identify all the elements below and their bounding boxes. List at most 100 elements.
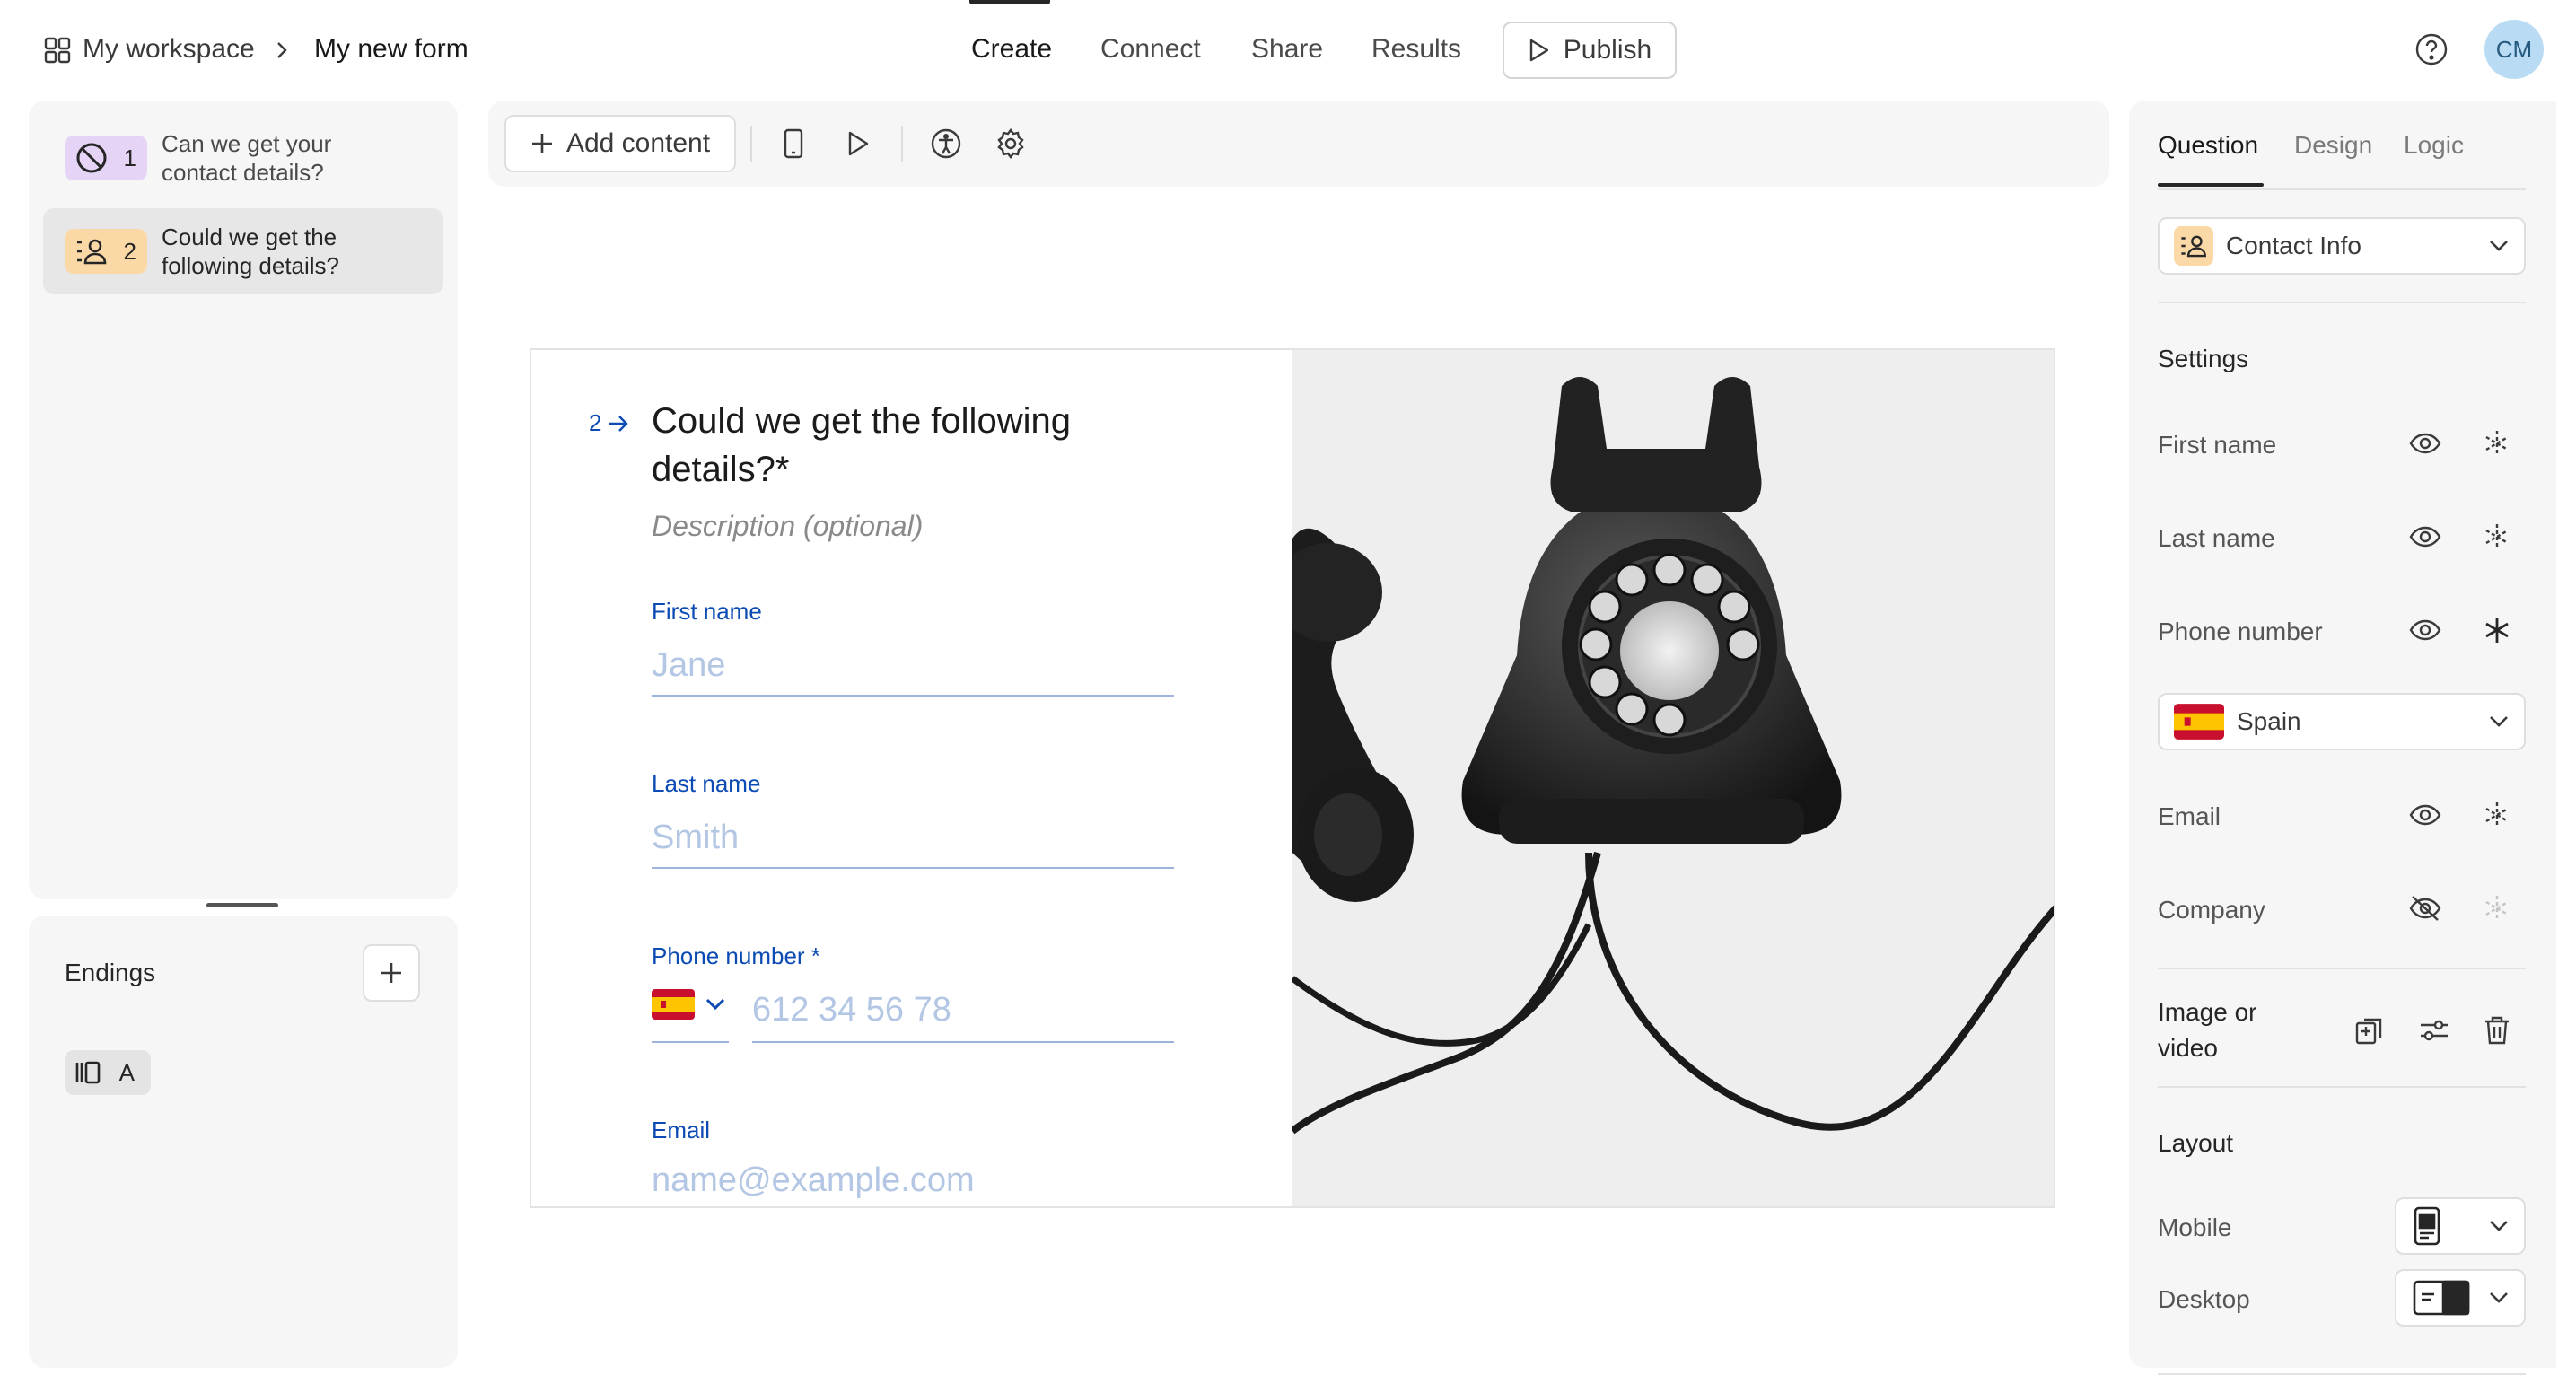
eye-off-icon[interactable] — [2407, 890, 2443, 926]
last-name-input[interactable]: Smith — [652, 819, 739, 857]
tab-share[interactable]: Share — [1251, 34, 1323, 65]
setting-email-label: Email — [2158, 802, 2221, 830]
spain-flag-icon — [652, 989, 695, 1020]
chevron-right-icon — [273, 39, 291, 61]
divider — [2158, 1086, 2526, 1088]
first-name-input[interactable]: Jane — [652, 646, 725, 685]
phone-input[interactable]: 612 34 56 78 — [752, 991, 951, 1029]
resize-handle[interactable] — [206, 903, 278, 907]
tab-logic[interactable]: Logic — [2404, 131, 2464, 160]
country-code-select[interactable] — [652, 989, 725, 1020]
mobile-layout-select[interactable] — [2395, 1197, 2526, 1255]
question-number: 1 — [123, 144, 136, 171]
add-ending-button[interactable] — [363, 944, 420, 1002]
toolbar-divider — [901, 126, 903, 162]
toolbar-divider — [750, 126, 752, 162]
question-item-1[interactable]: 1 Can we get your contact details? — [43, 115, 443, 201]
ending-label: A — [118, 1058, 135, 1086]
image-or-video-line: video — [2158, 1034, 2218, 1062]
question-number: 2 — [123, 237, 136, 265]
plus-icon — [530, 132, 554, 155]
eye-icon[interactable] — [2407, 797, 2443, 833]
question-badge: 1 — [65, 136, 147, 180]
divider — [2158, 188, 2526, 190]
top-bar: My workspace My new form Create Connect … — [0, 0, 2576, 101]
question-title: Can we get your contact details? — [162, 130, 332, 186]
desktop-layout-icon — [2413, 1278, 2470, 1318]
image-or-video-label: Image or video — [2158, 994, 2257, 1066]
required-asterisk-icon[interactable] — [2479, 425, 2515, 461]
mobile-preview-icon[interactable] — [774, 124, 813, 163]
tab-design[interactable]: Design — [2294, 131, 2372, 160]
email-input[interactable]: name@example.com — [652, 1161, 975, 1200]
first-name-underline — [652, 695, 1174, 696]
settings-gear-icon[interactable] — [991, 124, 1030, 163]
preview-play-icon[interactable] — [838, 124, 878, 163]
eye-icon[interactable] — [2407, 425, 2443, 461]
divider — [2158, 302, 2526, 303]
chevron-down-icon — [2488, 714, 2510, 729]
workspace-grid-icon[interactable] — [43, 36, 72, 65]
plus-icon — [380, 961, 403, 985]
tab-question[interactable]: Question — [2158, 131, 2258, 160]
tab-results[interactable]: Results — [1371, 34, 1461, 65]
country-select[interactable]: Spain — [2158, 693, 2526, 750]
phone-underline — [752, 1041, 1174, 1043]
country-code-underline — [652, 1041, 729, 1043]
form-preview-card: 2 Could we get the following details?* D… — [530, 348, 2055, 1208]
setting-last-name-label: Last name — [2158, 524, 2275, 552]
setting-company-label: Company — [2158, 896, 2265, 924]
required-asterisk-icon[interactable] — [2479, 519, 2515, 555]
add-content-label: Add content — [565, 128, 711, 158]
mobile-layout-icon — [2413, 1206, 2441, 1246]
trash-icon[interactable] — [2479, 1012, 2515, 1048]
active-tab-indicator — [2158, 183, 2264, 187]
contact-info-icon — [2174, 226, 2213, 266]
breadcrumb-workspace[interactable]: My workspace — [83, 34, 255, 65]
layout-mobile-label: Mobile — [2158, 1213, 2232, 1241]
form-question-description[interactable]: Description (optional) — [652, 510, 923, 543]
add-content-button[interactable]: Add content — [504, 115, 736, 172]
question-type-label: Contact Info — [2226, 232, 2361, 259]
question-type-select[interactable]: Contact Info — [2158, 217, 2526, 275]
spain-flag-icon — [2174, 704, 2224, 740]
chevron-down-icon — [2488, 1219, 2510, 1233]
tab-connect[interactable]: Connect — [1100, 34, 1201, 65]
phone-label: Phone number * — [652, 942, 820, 969]
publish-button[interactable]: Publish — [1503, 22, 1677, 79]
accessibility-icon[interactable] — [926, 124, 966, 163]
eye-icon[interactable] — [2407, 519, 2443, 555]
last-name-label: Last name — [652, 770, 761, 797]
question-item-2[interactable]: 2 Could we get the following details? — [43, 208, 443, 294]
required-asterisk-icon[interactable] — [2479, 612, 2515, 648]
form-question-number: 2 — [589, 409, 602, 436]
endings-title: Endings — [65, 959, 156, 986]
user-avatar[interactable]: CM — [2484, 20, 2544, 79]
divider — [2158, 1373, 2526, 1375]
desktop-layout-select[interactable] — [2395, 1269, 2526, 1327]
setting-phone-label: Phone number — [2158, 618, 2323, 645]
image-settings-icon[interactable] — [2416, 1012, 2452, 1048]
required-asterisk-icon[interactable] — [2479, 890, 2515, 926]
breadcrumb-form[interactable]: My new form — [314, 34, 469, 65]
layout-title: Layout — [2158, 1129, 2234, 1157]
chevron-down-icon — [705, 997, 725, 1012]
chevron-down-icon — [2488, 239, 2510, 253]
tab-create[interactable]: Create — [971, 34, 1052, 65]
play-icon — [1528, 38, 1551, 63]
required-asterisk-icon[interactable] — [2479, 797, 2515, 833]
ending-icon — [74, 1057, 104, 1088]
country-label: Spain — [2237, 707, 2301, 735]
ending-item-a[interactable]: A — [65, 1050, 151, 1095]
form-question-title-line: details?* — [652, 450, 790, 489]
divider — [2158, 968, 2526, 969]
eye-icon[interactable] — [2407, 612, 2443, 648]
form-question-title[interactable]: Could we get the following details?* — [652, 397, 1154, 494]
help-icon[interactable] — [2414, 32, 2449, 66]
layout-desktop-label: Desktop — [2158, 1285, 2250, 1313]
replace-image-icon[interactable] — [2352, 1012, 2388, 1048]
last-name-underline — [652, 867, 1174, 869]
chevron-down-icon — [2488, 1291, 2510, 1305]
question-number-indicator: 2 — [589, 409, 630, 437]
question-badge: 2 — [65, 229, 147, 274]
